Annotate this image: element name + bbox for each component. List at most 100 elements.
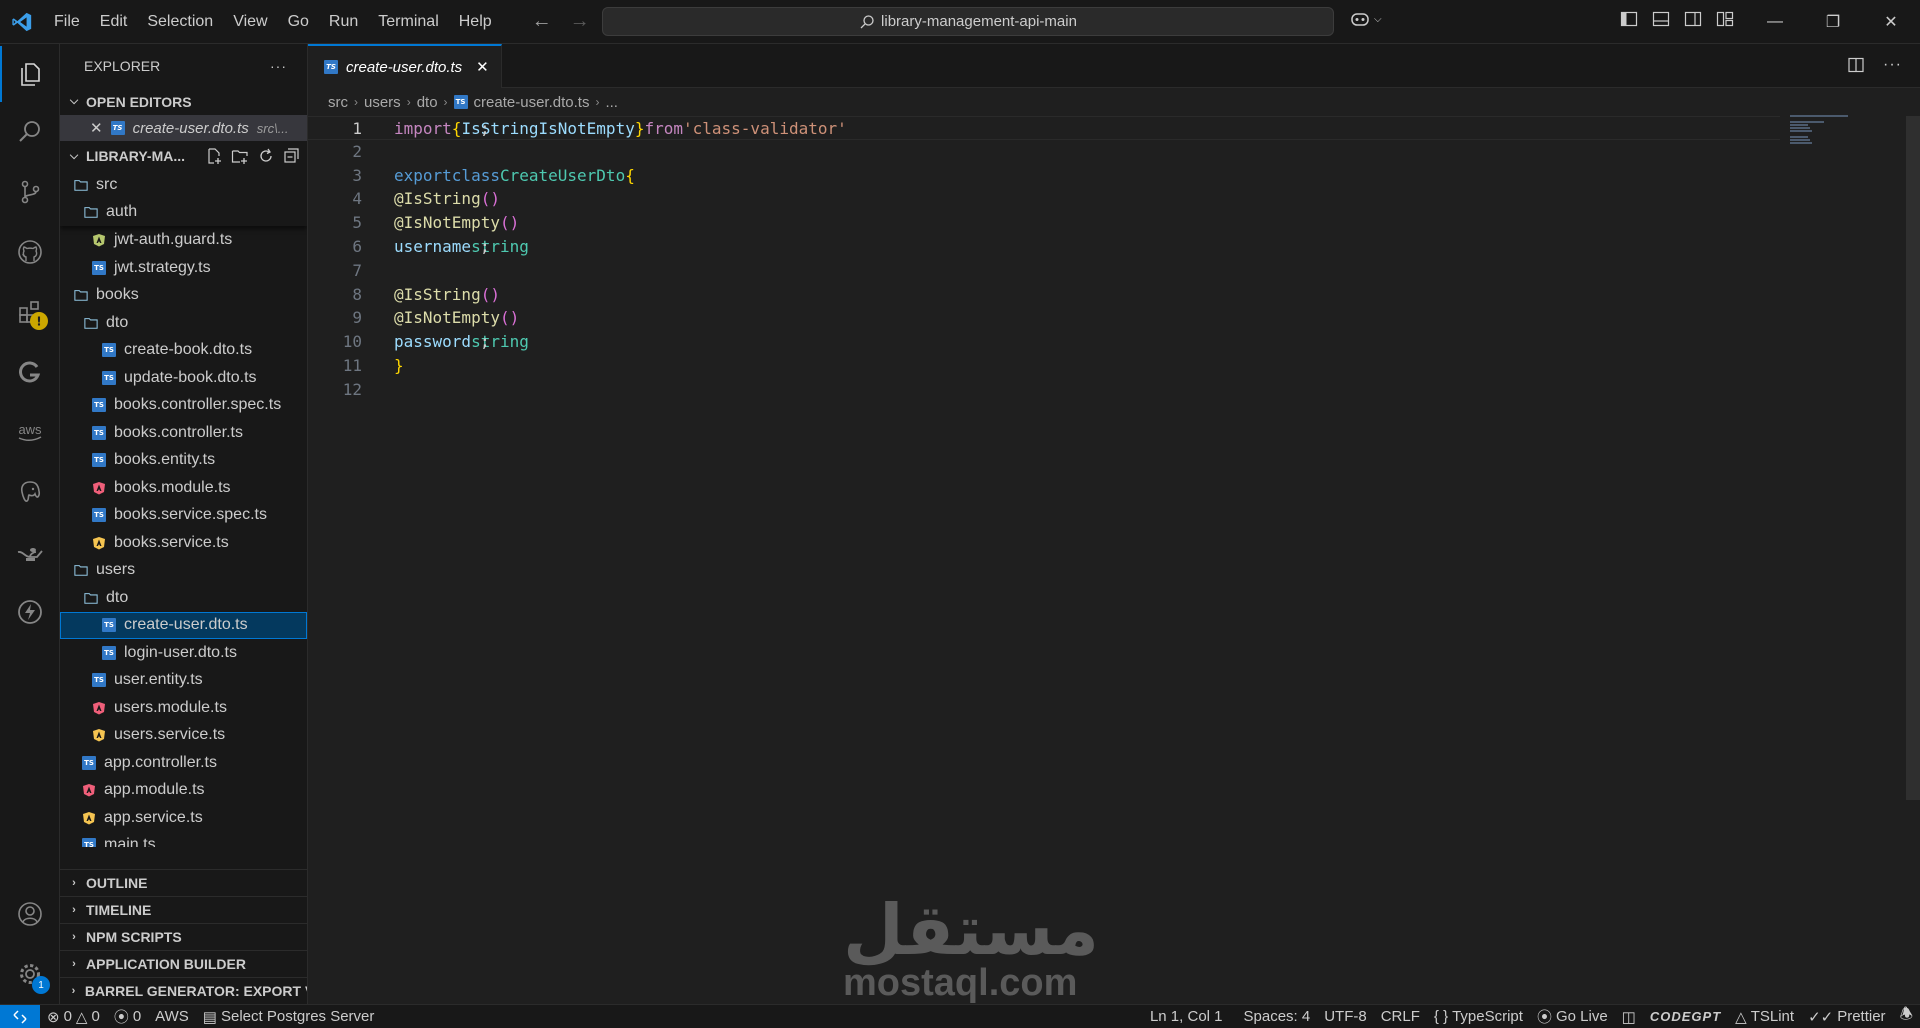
tree-file[interactable]: users.service.ts: [60, 722, 307, 750]
notifications-status[interactable]: 🕭: [1893, 1004, 1920, 1028]
postgres-status[interactable]: ▤ Select Postgres Server: [196, 1008, 382, 1026]
toggle-primary-sidebar-icon[interactable]: [1620, 10, 1638, 28]
genie-lamp-icon[interactable]: [0, 524, 60, 580]
search-icon[interactable]: [0, 104, 60, 160]
postgres-icon[interactable]: [0, 464, 60, 520]
more-actions-icon[interactable]: ···: [270, 58, 287, 74]
language-mode[interactable]: { } TypeScript: [1427, 1008, 1530, 1025]
section-application[interactable]: › APPLICATION BUILDER: [60, 950, 307, 977]
codegpt-status[interactable]: CODEGPT: [1643, 1009, 1728, 1024]
tree-file[interactable]: TS books.controller.ts: [60, 419, 307, 447]
menu-item-go[interactable]: Go: [278, 0, 319, 44]
tree-file[interactable]: TS create-user.dto.ts: [60, 611, 307, 639]
split-editor-icon[interactable]: [1847, 56, 1865, 74]
minimize-icon[interactable]: —: [1746, 0, 1804, 44]
customize-layout-icon[interactable]: [1716, 10, 1734, 28]
open-editor-item[interactable]: ✕ TS create-user.dto.ts src\...: [60, 115, 307, 141]
menu-item-file[interactable]: File: [44, 0, 90, 44]
open-editors-section[interactable]: ⌵ OPEN EDITORS: [60, 88, 307, 115]
tree-file[interactable]: TS update-book.dto.ts: [60, 364, 307, 392]
problems-status[interactable]: ⊗ 0 △ 0: [40, 1008, 107, 1026]
minimap[interactable]: [1790, 114, 1848, 144]
section-npm[interactable]: › NPM SCRIPTS: [60, 923, 307, 950]
thunder-client-icon[interactable]: [0, 584, 60, 640]
close-icon[interactable]: ✕: [90, 119, 103, 137]
github-icon[interactable]: [0, 224, 60, 280]
close-icon[interactable]: ✕: [476, 58, 489, 76]
tree-file[interactable]: TS user.entity.ts: [60, 667, 307, 695]
tab-create-user-dto[interactable]: TS create-user.dto.ts ✕: [308, 44, 502, 88]
menu-item-terminal[interactable]: Terminal: [368, 0, 448, 44]
menu-item-edit[interactable]: Edit: [90, 0, 138, 44]
tree-file[interactable]: users.module.ts: [60, 694, 307, 722]
project-folder-section[interactable]: ⌵ LIBRARY-MA...: [60, 141, 307, 171]
new-file-icon[interactable]: [205, 147, 223, 165]
tree-file[interactable]: TS books.controller.spec.ts: [60, 392, 307, 420]
tree-file[interactable]: TS books.entity.ts: [60, 447, 307, 475]
manage-gear-icon[interactable]: 1: [0, 946, 60, 1002]
extensions-icon[interactable]: !: [0, 284, 60, 340]
menu-item-view[interactable]: View: [223, 0, 277, 44]
tree-file[interactable]: TS main.ts: [60, 832, 307, 847]
gitkraken-icon[interactable]: [0, 344, 60, 400]
line-ending[interactable]: CRLF: [1374, 1008, 1427, 1025]
tree-file[interactable]: TS app.controller.ts: [60, 749, 307, 777]
breadcrumb-item[interactable]: src: [328, 94, 348, 111]
encoding[interactable]: UTF-8: [1317, 1008, 1374, 1025]
code-line: 6 username: string;: [308, 235, 1780, 259]
ports-status[interactable]: ⦿ 0: [107, 1006, 148, 1027]
toggle-panel-icon[interactable]: [1652, 10, 1670, 28]
menu-item-help[interactable]: Help: [449, 0, 502, 44]
breadcrumb-item[interactable]: users: [364, 94, 401, 111]
tree-file[interactable]: TS jwt.strategy.ts: [60, 254, 307, 282]
tree-file[interactable]: books.service.ts: [60, 529, 307, 557]
tree-folder[interactable]: users: [60, 557, 307, 585]
editor-scrollbar[interactable]: [1906, 116, 1920, 800]
aws-status[interactable]: AWS: [148, 1008, 196, 1025]
menu-item-run[interactable]: Run: [319, 0, 368, 44]
new-folder-icon[interactable]: [231, 147, 249, 165]
tslint-status[interactable]: △ TSLint: [1728, 1008, 1801, 1026]
tree-folder[interactable]: dto: [60, 584, 307, 612]
editor-tabs: TS create-user.dto.ts ✕ ···: [308, 44, 1920, 88]
menu-item-selection[interactable]: Selection: [137, 0, 223, 44]
tree-folder[interactable]: dto: [60, 309, 307, 337]
tree-file[interactable]: app.module.ts: [60, 777, 307, 805]
explorer-icon[interactable]: [0, 46, 60, 102]
breadcrumb-item[interactable]: ...: [605, 94, 618, 111]
toggle-secondary-sidebar-icon[interactable]: [1684, 10, 1702, 28]
aws-icon[interactable]: aws: [0, 404, 60, 460]
tree-file[interactable]: TS login-user.dto.ts: [60, 639, 307, 667]
section-barrel[interactable]: › BARREL GENERATOR: EXPORT V...: [60, 977, 307, 1004]
breadcrumb-item[interactable]: create-user.dto.ts: [474, 94, 590, 111]
collapse-all-icon[interactable]: [283, 147, 301, 165]
more-actions-icon[interactable]: ···: [1883, 56, 1902, 74]
section-timeline[interactable]: › TIMELINE: [60, 896, 307, 923]
restore-icon[interactable]: ❐: [1804, 0, 1862, 44]
tree-file[interactable]: jwt-auth.guard.ts: [60, 227, 307, 255]
code-editor[interactable]: 1 import { IsString, IsNotEmpty } from 'c…: [308, 116, 1920, 1004]
copilot-status[interactable]: ◫: [1615, 1008, 1643, 1026]
breadcrumb-item[interactable]: dto: [417, 94, 438, 111]
copilot-button[interactable]: ⌵: [1350, 10, 1382, 28]
forward-arrow-icon[interactable]: →: [570, 10, 590, 33]
tree-folder[interactable]: books: [60, 282, 307, 310]
go-live[interactable]: ⦿ Go Live: [1530, 1006, 1615, 1027]
back-arrow-icon[interactable]: ←: [532, 10, 552, 33]
remote-indicator-icon[interactable]: [0, 1004, 40, 1028]
command-center-search[interactable]: library-management-api-main: [602, 7, 1334, 36]
source-control-icon[interactable]: [0, 164, 60, 220]
tree-file[interactable]: TS create-book.dto.ts: [60, 337, 307, 365]
refresh-icon[interactable]: [257, 147, 275, 165]
section-outline[interactable]: › OUTLINE: [60, 869, 307, 896]
accounts-icon[interactable]: [0, 886, 60, 942]
prettier-status[interactable]: ✓✓ Prettier: [1801, 1008, 1893, 1026]
cursor-position[interactable]: Ln 1, Col 1: [1143, 1008, 1230, 1025]
tree-file[interactable]: app.service.ts: [60, 804, 307, 832]
tree-folder-src[interactable]: src: [60, 171, 307, 199]
indentation[interactable]: Spaces: 4: [1230, 1008, 1318, 1025]
close-icon[interactable]: ✕: [1862, 0, 1920, 44]
tree-file[interactable]: books.module.ts: [60, 474, 307, 502]
tree-file[interactable]: TS books.service.spec.ts: [60, 502, 307, 530]
tree-folder-auth[interactable]: auth: [60, 199, 307, 227]
